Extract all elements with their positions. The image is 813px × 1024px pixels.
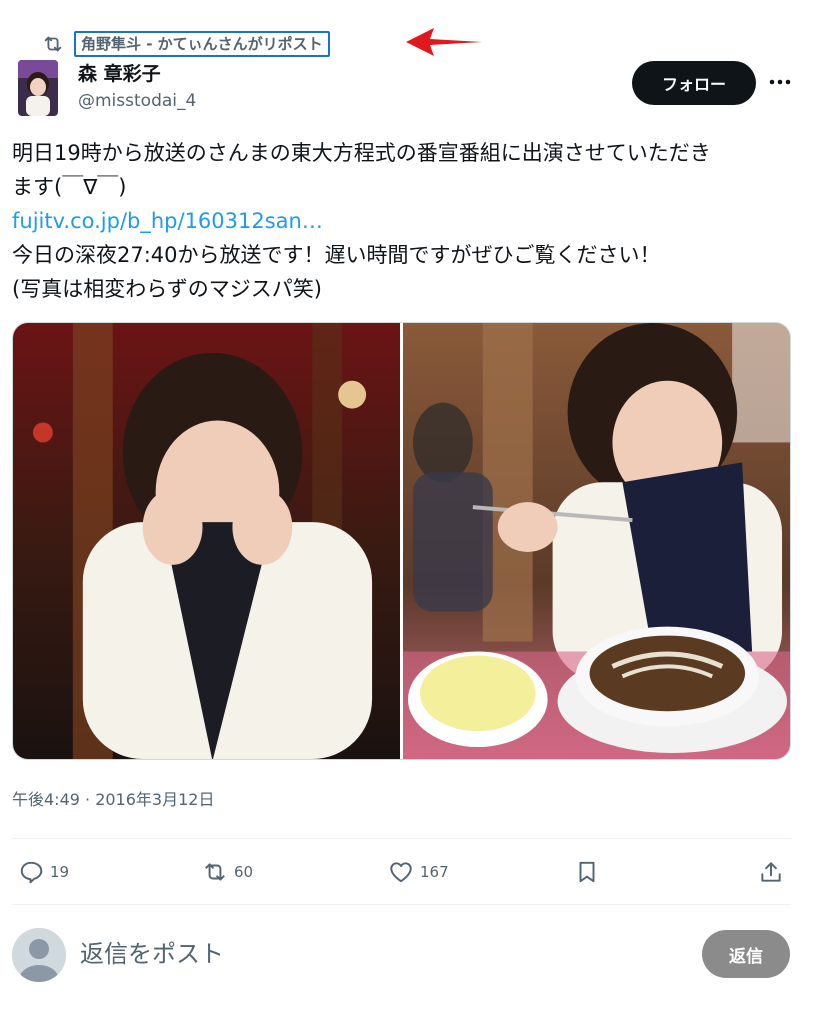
author-avatar[interactable] — [18, 60, 58, 116]
user-avatar[interactable] — [12, 928, 66, 982]
share-icon — [761, 862, 781, 882]
tweet-photo[interactable] — [403, 323, 790, 759]
bookmark-icon — [579, 861, 595, 883]
repost-button[interactable]: 60 — [202, 856, 253, 888]
repost-header: 角野隼斗 - かてぃんさんがリポスト — [40, 30, 330, 58]
tweet-timestamp[interactable]: 午後4:49 · 2016年3月12日 — [12, 788, 214, 812]
reply-icon — [20, 861, 43, 884]
red-arrow-annotation — [406, 28, 482, 56]
divider — [12, 838, 791, 839]
tweet-text: 明日19時から放送のさんまの東大方程式の番宣番組に出演させていただき ます(￣∇… — [12, 136, 800, 306]
tweet-text-line: 明日19時から放送のさんまの東大方程式の番宣番組に出演させていただき — [12, 141, 711, 165]
repost-count: 60 — [234, 863, 254, 881]
like-button[interactable]: 167 — [388, 856, 449, 888]
bookmark-button[interactable] — [574, 856, 606, 888]
reply-count: 19 — [50, 863, 70, 881]
tweet-text-line: ます(￣∇￣) — [12, 175, 127, 199]
repost-icon — [205, 863, 225, 881]
author-display-name[interactable]: 森 章彩子 — [78, 62, 161, 86]
more-icon[interactable] — [764, 70, 796, 94]
reply-button[interactable]: 19 — [18, 856, 69, 888]
like-count: 167 — [420, 863, 449, 881]
divider — [12, 904, 791, 905]
action-bar: 19 60 167 — [12, 846, 791, 898]
tweet-link[interactable]: fujitv.co.jp/b_hp/160312san… — [12, 204, 800, 238]
heart-icon — [390, 862, 412, 883]
author-handle[interactable]: @misstodai_4 — [78, 90, 196, 112]
repost-label[interactable]: 角野隼斗 - かてぃんさんがリポスト — [74, 31, 330, 57]
repost-icon — [40, 31, 66, 57]
reply-input[interactable] — [80, 936, 680, 974]
tweet-photo[interactable] — [13, 323, 400, 759]
media-grid — [12, 322, 791, 760]
tweet-text-line: (写真は相変わらずのマジスパ笑) — [12, 277, 322, 301]
follow-button[interactable]: フォロー — [632, 61, 756, 105]
share-button[interactable] — [758, 856, 790, 888]
tweet-text-line: 今日の深夜27:40から放送です！遅い時間ですがぜひご覧ください！ — [12, 243, 661, 267]
reply-submit-button[interactable]: 返信 — [702, 930, 790, 978]
